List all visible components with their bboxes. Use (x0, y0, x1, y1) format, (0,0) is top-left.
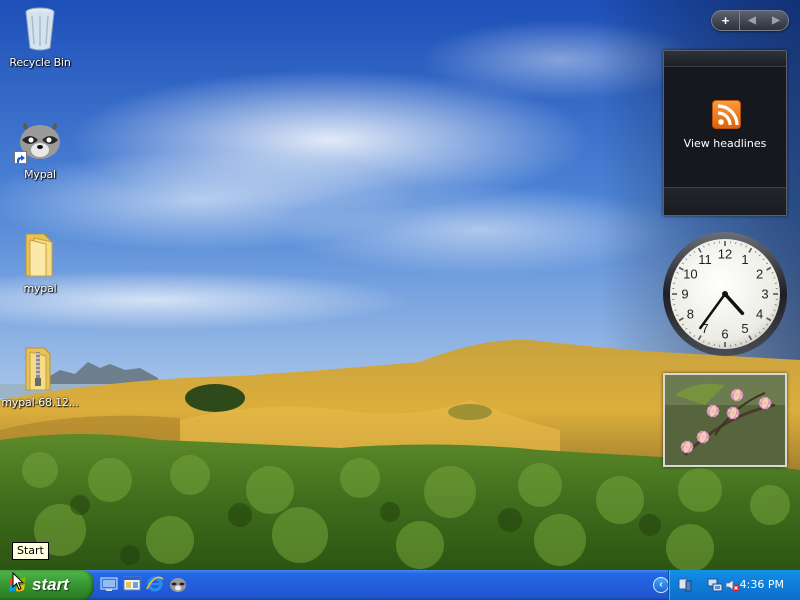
desktop-icon-label: Recycle Bin (9, 56, 71, 69)
show-desktop-icon[interactable] (100, 575, 118, 593)
feed-headlines-gadget[interactable]: View headlines (663, 50, 787, 216)
desktop-icon-label: mypal (23, 282, 57, 295)
desktop-icon-label: Mypal (24, 168, 56, 181)
desktop-icon-recycle-bin[interactable]: Recycle Bin (0, 4, 80, 71)
start-label: start (32, 575, 69, 594)
clock-numeral: 8 (687, 307, 694, 322)
desktop-icon-mypal-folder[interactable]: mypal (0, 230, 80, 297)
gadget-header (664, 51, 786, 67)
clock-numeral: 11 (698, 252, 712, 267)
internet-explorer-icon[interactable] (146, 575, 164, 593)
clock-numeral: 5 (741, 321, 748, 336)
start-tooltip: Start (12, 542, 49, 560)
rss-feed-icon[interactable] (712, 100, 741, 129)
raccoon-browser-icon (14, 116, 64, 164)
desktop-icon-label: mypal-68.12... (1, 396, 79, 409)
clock-numeral: 10 (683, 267, 697, 282)
clock-numeral: 4 (756, 307, 763, 322)
mypal-icon[interactable] (169, 575, 187, 593)
taskbar-clock[interactable]: 4:36 PM (740, 578, 784, 591)
add-gadget-button[interactable]: + (712, 11, 740, 30)
folder-icon (16, 230, 64, 278)
windows-explorer-icon[interactable] (123, 575, 141, 593)
system-tray: 4:36 PM (668, 570, 800, 600)
taskbar: start ‹ 4:36 PM (0, 570, 800, 600)
clock-gadget[interactable]: 12 1 2 3 4 5 6 7 8 9 10 11 (662, 231, 788, 357)
view-headlines-link[interactable]: View headlines (664, 137, 786, 150)
recycle-bin-icon (16, 4, 64, 52)
clock-numeral: 3 (761, 287, 768, 302)
clock-numeral: 2 (756, 267, 763, 282)
sidebar-tray-icon[interactable] (677, 577, 693, 593)
quick-launch-bar (100, 575, 187, 593)
clock-numeral: 9 (681, 287, 688, 302)
shortcut-arrow-icon (14, 151, 27, 164)
network-icon[interactable] (707, 577, 723, 593)
clock-numeral: 1 (741, 252, 748, 267)
previous-page-button[interactable]: ◀ (740, 11, 764, 30)
volume-muted-icon[interactable] (724, 577, 740, 593)
next-page-button[interactable]: ▶ (764, 11, 788, 30)
sidebar-controls: + ◀ ▶ (711, 10, 789, 31)
slideshow-gadget[interactable] (663, 373, 787, 467)
clock-numeral: 6 (721, 327, 728, 342)
flower-photo (665, 375, 785, 465)
desktop-icon-mypal-zip[interactable]: mypal-68.12... (0, 344, 80, 411)
gadget-footer (664, 187, 786, 215)
desktop-icon-mypal-shortcut[interactable]: Mypal (0, 116, 80, 183)
mouse-cursor-icon (12, 572, 24, 591)
clock-numeral: 12 (718, 247, 732, 262)
zip-archive-icon (16, 344, 64, 392)
show-hidden-icons-button[interactable]: ‹ (653, 577, 669, 593)
